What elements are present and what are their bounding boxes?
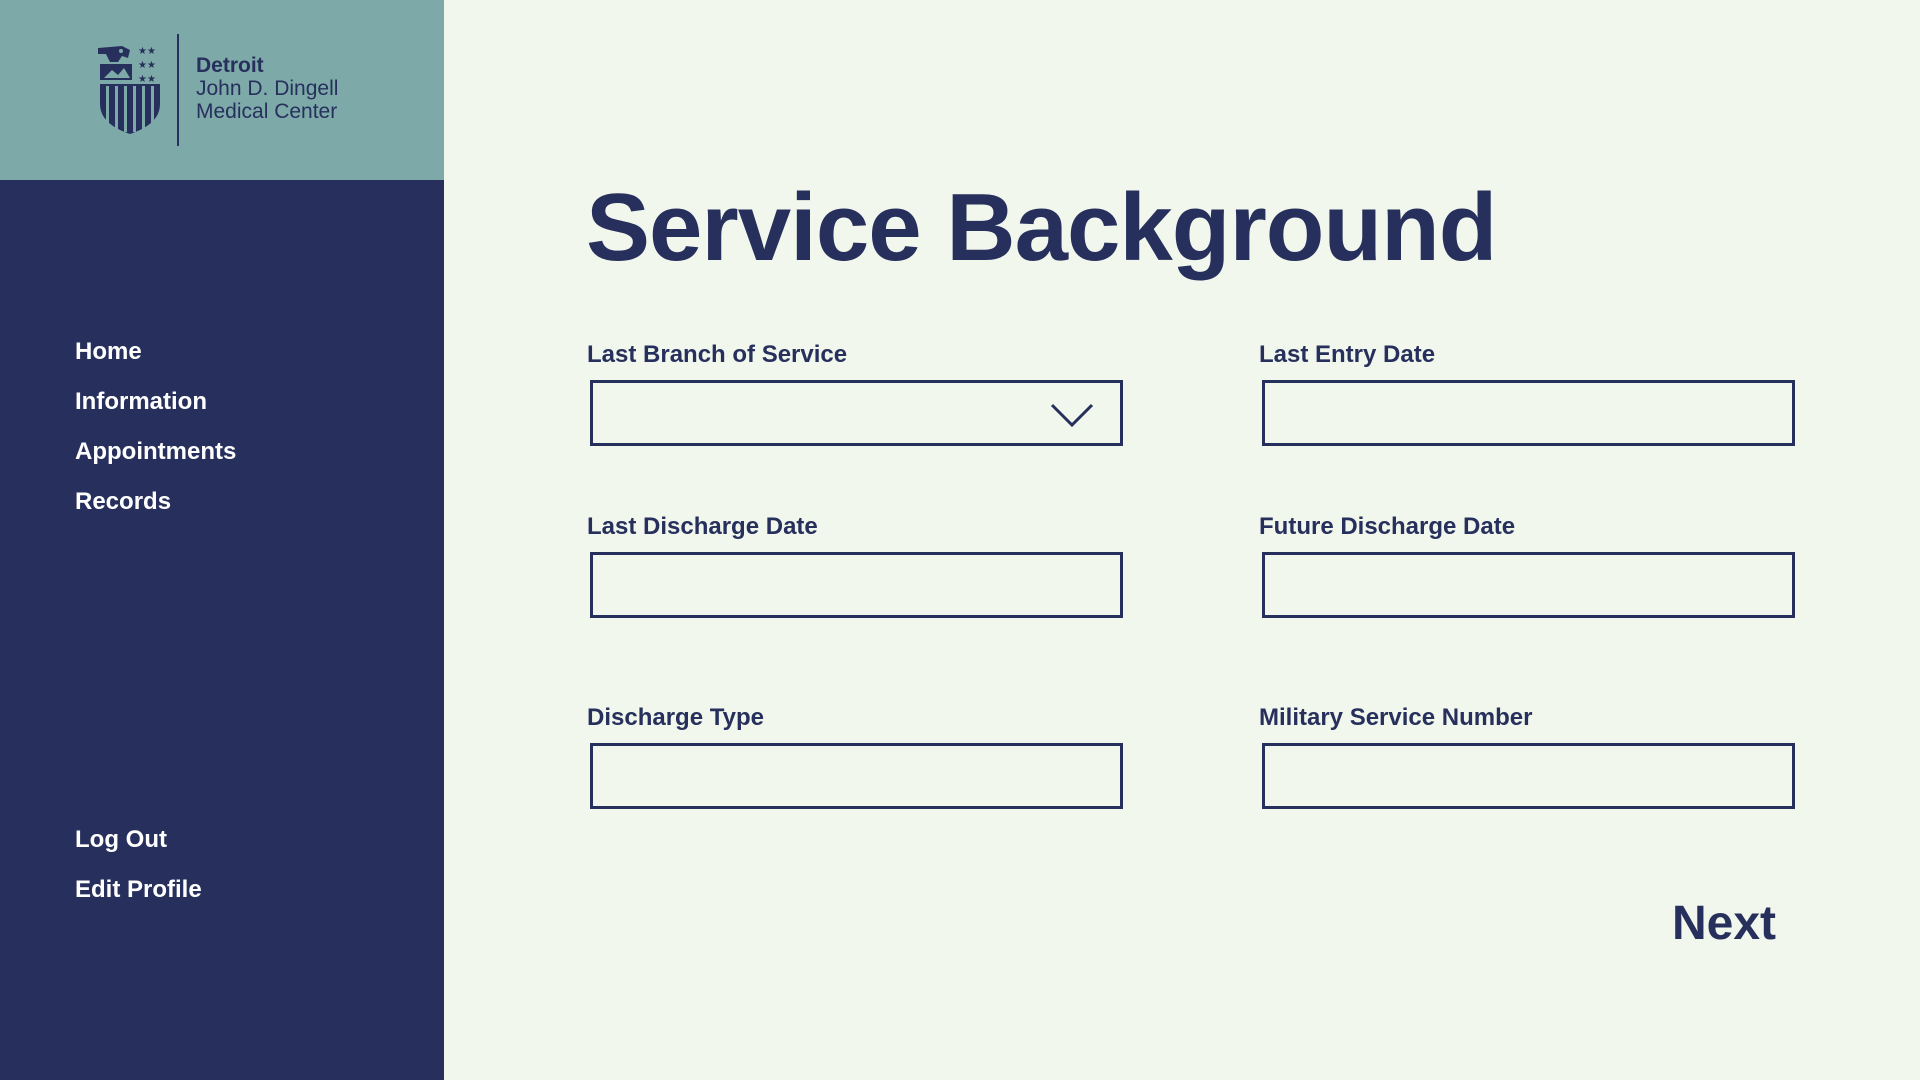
svg-text:★★: ★★ xyxy=(138,74,156,85)
last-discharge-date-field: Last Discharge Date xyxy=(587,512,1123,618)
military-service-number-box xyxy=(1262,743,1795,809)
main-nav: Home Information Appointments Records xyxy=(75,336,236,536)
svg-text:★★: ★★ xyxy=(138,46,156,57)
brand-line-city: Detroit xyxy=(196,54,264,77)
military-service-number-field: Military Service Number xyxy=(1259,703,1795,809)
sidebar: ★★ ★★ ★★ Detroit John D. Dingell Medical… xyxy=(0,0,444,1080)
last-entry-date-box xyxy=(1262,380,1795,446)
nav-item-records[interactable]: Records xyxy=(75,486,236,536)
military-service-number-input[interactable] xyxy=(1265,746,1792,806)
app: ★★ ★★ ★★ Detroit John D. Dingell Medical… xyxy=(0,0,1920,1080)
last-discharge-date-label: Last Discharge Date xyxy=(587,513,818,540)
military-service-number-label: Military Service Number xyxy=(1259,704,1533,731)
last-discharge-date-box xyxy=(590,552,1123,618)
future-discharge-date-field: Future Discharge Date xyxy=(1259,512,1795,618)
brand-line-center: Medical Center xyxy=(196,100,338,123)
eagle-shield-icon: ★★ ★★ ★★ xyxy=(98,46,160,134)
discharge-type-box xyxy=(590,743,1123,809)
nav-item-information[interactable]: Information xyxy=(75,386,236,436)
chevron-down-icon[interactable] xyxy=(1050,403,1094,427)
future-discharge-date-input[interactable] xyxy=(1265,555,1792,615)
nav-item-appointments[interactable]: Appointments xyxy=(75,436,236,486)
last-entry-date-field: Last Entry Date xyxy=(1259,340,1795,446)
brand-line-name: John D. Dingell xyxy=(196,77,339,100)
discharge-type-field: Discharge Type xyxy=(587,703,1123,809)
future-discharge-date-label: Future Discharge Date xyxy=(1259,513,1516,540)
last-branch-select[interactable] xyxy=(590,380,1123,446)
nav-item-edit-profile[interactable]: Edit Profile xyxy=(75,874,202,924)
brand-name: Detroit John D. Dingell Medical Center xyxy=(196,54,338,123)
nav-item-home[interactable]: Home xyxy=(75,336,236,386)
last-entry-date-input[interactable] xyxy=(1265,383,1792,443)
last-branch-label: Last Branch of Service xyxy=(587,341,848,368)
last-entry-date-label: Last Entry Date xyxy=(1259,341,1436,368)
discharge-type-input[interactable] xyxy=(593,746,1120,806)
nav-item-log-out[interactable]: Log Out xyxy=(75,824,202,874)
future-discharge-date-box xyxy=(1262,552,1795,618)
next-button[interactable]: Next xyxy=(1672,896,1776,952)
last-branch-field: Last Branch of Service xyxy=(587,340,1123,446)
brand-header: ★★ ★★ ★★ Detroit John D. Dingell Medical… xyxy=(0,0,444,180)
svg-text:★★: ★★ xyxy=(138,60,156,71)
account-nav: Log Out Edit Profile xyxy=(75,824,202,924)
brand-divider xyxy=(177,34,179,146)
page-title: Service Background xyxy=(586,174,1497,281)
discharge-type-label: Discharge Type xyxy=(587,704,764,731)
last-discharge-date-input[interactable] xyxy=(593,555,1120,615)
